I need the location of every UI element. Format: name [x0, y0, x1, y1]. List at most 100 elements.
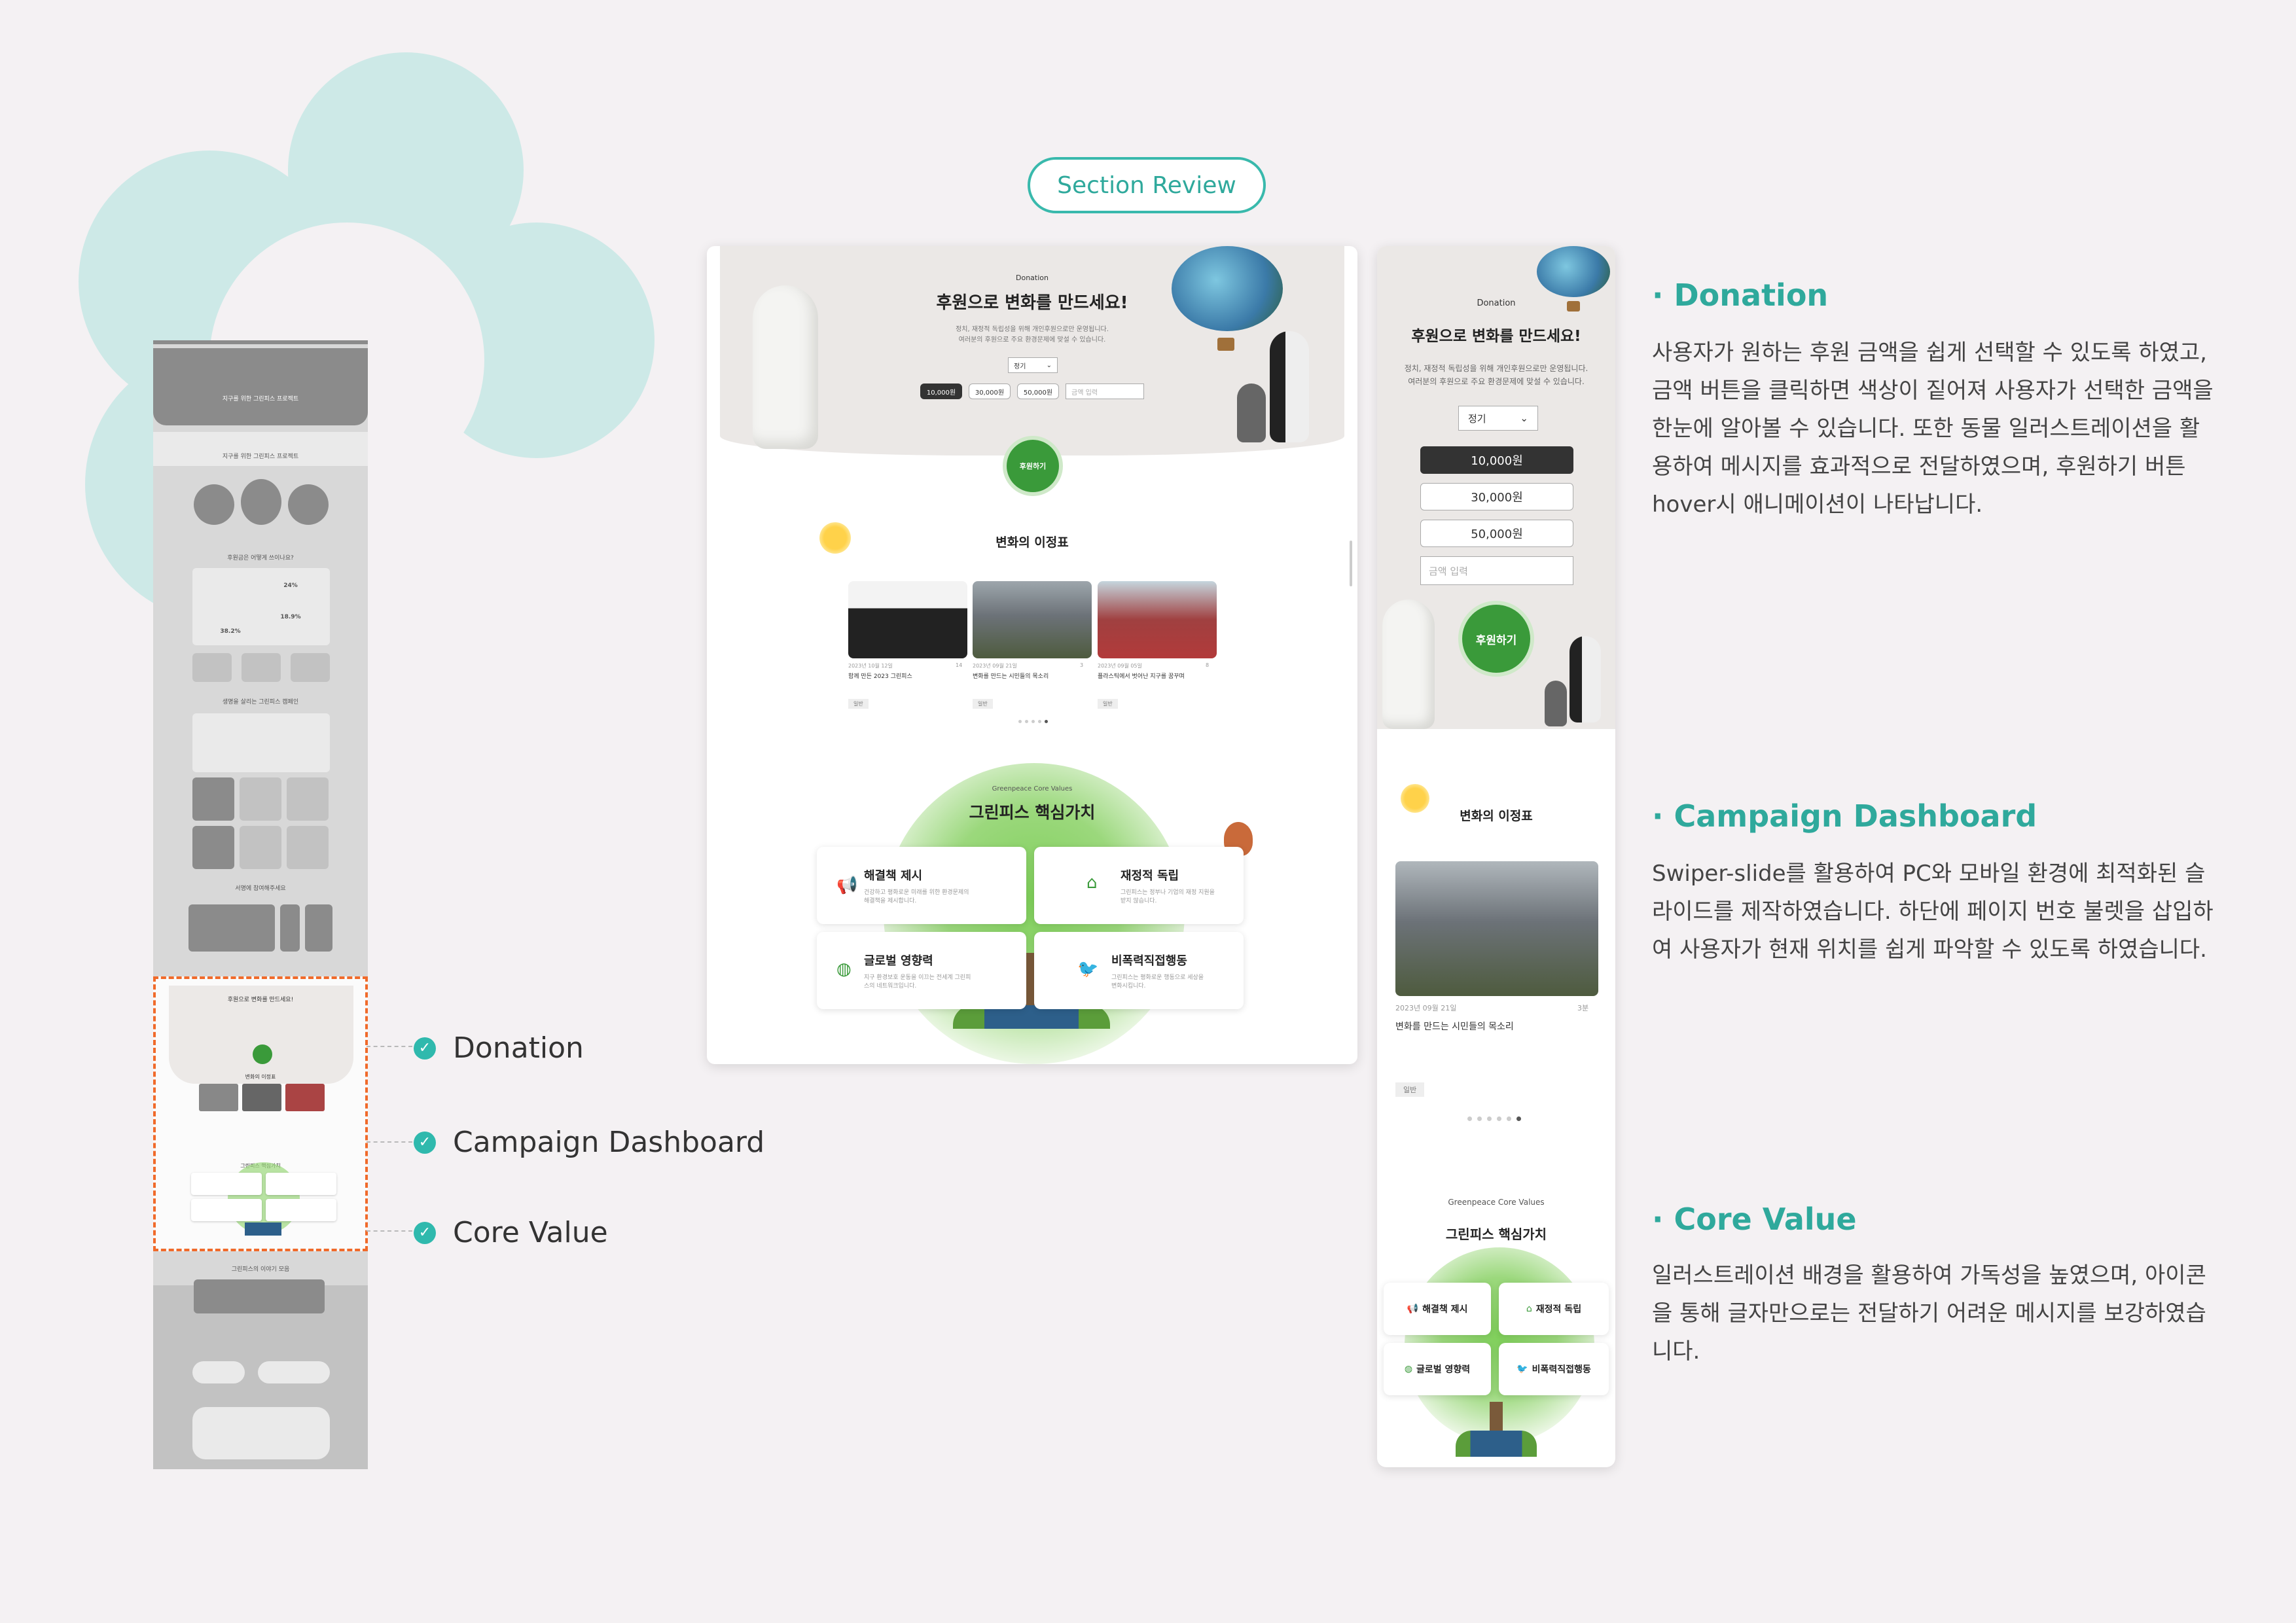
donation-desc-2: 여러분의 후원으로 주요 환경문제에 맞설 수 있습니다.: [958, 336, 1106, 344]
value-title: 해결책 제시: [1422, 1304, 1468, 1315]
amount-button-10000[interactable]: 10,000원: [920, 383, 962, 399]
chevron-down-icon: ⌄: [1046, 361, 1052, 369]
value-desc: 지구 환경보호 운동을 이끄는 전세계 그린피스의 네트워크입니다.: [864, 974, 971, 990]
amount-button-30000[interactable]: 30,000원: [1420, 483, 1573, 510]
thumb-stat-1: 38.2%: [220, 628, 241, 635]
donation-eyebrow: Donation: [1477, 298, 1516, 308]
chevron-down-icon: ⌄: [1520, 412, 1528, 424]
section-desc-core: 일러스트레이션 배경을 활용하여 가독성을 높였으며, 아이콘을 통해 글자만으…: [1652, 1262, 2206, 1364]
thumb-stat-3: 18.9%: [280, 614, 301, 620]
amount-input[interactable]: 금액 입력: [1420, 556, 1573, 585]
donation-type-select[interactable]: 정기 ⌄: [1008, 357, 1058, 373]
card-views: 8: [1206, 662, 1210, 668]
bird-icon: 🐦: [1077, 959, 1099, 979]
callout-label: Campaign Dashboard: [453, 1126, 765, 1159]
callout-label: Donation: [453, 1031, 584, 1065]
thumb-section-title: 지구를 위한 그린피스 프로젝트: [222, 454, 299, 460]
card-date: 2023년 09월 21일: [1395, 1004, 1457, 1012]
card-title[interactable]: 플라스틱에서 벗어난 지구를 꿈꾸며: [1098, 671, 1185, 680]
value-card-finance: ⌂ 재정적 독립: [1499, 1283, 1609, 1335]
pagination-bullets[interactable]: [1467, 1116, 1521, 1121]
card-views: 3분: [1577, 1004, 1589, 1012]
section-desc-donation: 사용자가 원하는 후원 금액을 쉽게 선택할 수 있도록 하였고, 금액 버튼을…: [1652, 340, 2214, 518]
thumb-donation-title: 후원으로 변화를 만드세요!: [227, 997, 294, 1003]
value-title: 비폭력직접행동: [1532, 1364, 1591, 1375]
callout-donation: ✓ Donation: [414, 1031, 584, 1065]
callout-core: ✓ Core Value: [414, 1216, 608, 1249]
full-page-thumbnail: 지구를 위한 그린피스 프로젝트 지구를 위한 그린피스 프로젝트 후원금은 어…: [153, 340, 368, 1469]
home-icon: ⌂: [1526, 1304, 1532, 1314]
value-desc: 건강하고 평화로운 미래를 위한 환경문제의 해결책을 제시합니다.: [864, 889, 969, 904]
select-value: 정기: [1014, 363, 1026, 370]
penguin-chick-icon: [1237, 383, 1266, 442]
pagination-bullets[interactable]: [1018, 720, 1048, 723]
card-title[interactable]: 변화를 만드는 시민들의 목소리: [1395, 1020, 1514, 1033]
polar-bear-icon: [1382, 599, 1435, 729]
section-desc-campaign: Swiper-slide를 활용하여 PC와 모바일 환경에 최적화된 슬라이드…: [1652, 861, 2214, 963]
thumb-stat-2: 24%: [283, 582, 298, 589]
highlighted-region: 후원으로 변화를 만드세요! 변화의 이정표 그린피스 핵심가치: [153, 976, 368, 1251]
penguin-icon: [1570, 636, 1601, 722]
card-date: 2023년 09월 05일: [1098, 663, 1142, 669]
globe-balloon-icon: [1172, 246, 1283, 331]
globe-icon: ◍: [836, 959, 852, 979]
value-desc: 그린피스는 평화로운 행동으로 세상을 변화시킵니다.: [1111, 974, 1204, 990]
card-title[interactable]: 함께 만든 2023 그린피스: [848, 671, 912, 680]
card-date: 2023년 09월 21일: [973, 663, 1017, 669]
value-title: 글로벌 영향력: [864, 954, 933, 968]
card-tag: 일반: [848, 699, 869, 709]
value-title: 재정적 독립: [1121, 869, 1179, 883]
card-title[interactable]: 변화를 만드는 시민들의 목소리: [973, 671, 1049, 680]
card-image-2[interactable]: [973, 581, 1092, 658]
amount-button-30000[interactable]: 30,000원: [969, 383, 1011, 399]
value-title: 글로벌 영향력: [1416, 1364, 1471, 1375]
penguin-chick-icon: [1545, 681, 1567, 726]
card-tag: 일반: [973, 699, 993, 709]
section-title-core: · Core Value: [1652, 1202, 1857, 1237]
donation-desc-1: 정치, 재정적 독립성을 위해 개인후원으로만 운영됩니다.: [1404, 364, 1588, 373]
value-card-solution: 📢 해결책 제시 건강하고 평화로운 미래를 위한 환경문제의 해결책을 제시합…: [817, 847, 1026, 924]
donate-button[interactable]: 후원하기: [1462, 605, 1530, 673]
value-card-global: ◍ 글로벌 영향력 지구 환경보호 운동을 이끄는 전세계 그린피스의 네트워크…: [817, 932, 1026, 1009]
value-card-finance: ⌂ 재정적 독립 그린피스는 정부나 기업의 재정 지원을 받지 않습니다.: [1034, 847, 1244, 924]
section-review-badge: Section Review: [1028, 157, 1266, 213]
value-desc: 그린피스는 정부나 기업의 재정 지원을 받지 않습니다.: [1121, 889, 1215, 904]
thumb-join-title: 서명에 참여해주세요: [235, 885, 286, 892]
donation-title: 후원으로 변화를 만드세요!: [1411, 328, 1581, 345]
donate-button[interactable]: 후원하기: [1007, 440, 1059, 492]
card-tag: 일반: [1395, 1082, 1425, 1097]
core-title: 그린피스 핵심가치: [1445, 1226, 1547, 1242]
section-title-campaign: · Campaign Dashboard: [1652, 798, 2037, 834]
callout-line-donation: [367, 1046, 412, 1047]
pc-preview: Donation 후원으로 변화를 만드세요! 정치, 재정적 독립성을 위해 …: [707, 246, 1357, 1064]
card-image-3[interactable]: [1098, 581, 1217, 658]
amount-button-50000[interactable]: 50,000원: [1420, 520, 1573, 547]
scrollbar[interactable]: [1350, 541, 1352, 586]
thumb-campaign-title: 생명을 살리는 그린피스 캠페인: [222, 699, 299, 705]
card-image[interactable]: [1395, 861, 1598, 996]
mobile-preview: Donation 후원으로 변화를 만드세요! 정치, 재정적 독립성을 위해 …: [1377, 246, 1615, 1467]
megaphone-icon: 📢: [1407, 1304, 1419, 1314]
check-icon: ✓: [414, 1037, 436, 1060]
card-image-1[interactable]: [848, 581, 967, 658]
donation-type-select[interactable]: 정기 ⌄: [1458, 406, 1538, 431]
card-views: 3: [1080, 662, 1084, 668]
core-eyebrow: Greenpeace Core Values: [992, 785, 1073, 793]
amount-input[interactable]: 금액 입력: [1066, 383, 1144, 399]
thumb-hero-caption: 지구를 위한 그린피스 프로젝트: [222, 396, 299, 402]
callout-label: Core Value: [453, 1216, 608, 1249]
select-value: 정기: [1468, 412, 1486, 425]
value-card-nonviolence: 🐦 비폭력직접행동: [1499, 1343, 1609, 1395]
core-title: 그린피스 핵심가치: [969, 803, 1096, 822]
value-title: 해결책 제시: [864, 869, 923, 883]
check-icon: ✓: [414, 1131, 436, 1154]
callout-campaign: ✓ Campaign Dashboard: [414, 1126, 764, 1159]
amount-button-10000[interactable]: 10,000원: [1420, 446, 1573, 474]
donation-eyebrow: Donation: [1016, 274, 1049, 282]
core-eyebrow: Greenpeace Core Values: [1448, 1198, 1545, 1207]
value-card-nonviolence: 🐦 비폭력직접행동 그린피스는 평화로운 행동으로 세상을 변화시킵니다.: [1034, 932, 1244, 1009]
callout-line-core: [367, 1230, 412, 1232]
card-date: 2023년 10월 12일: [848, 663, 893, 669]
news-title: 변화의 이정표: [996, 535, 1069, 550]
amount-button-50000[interactable]: 50,000원: [1017, 383, 1059, 399]
